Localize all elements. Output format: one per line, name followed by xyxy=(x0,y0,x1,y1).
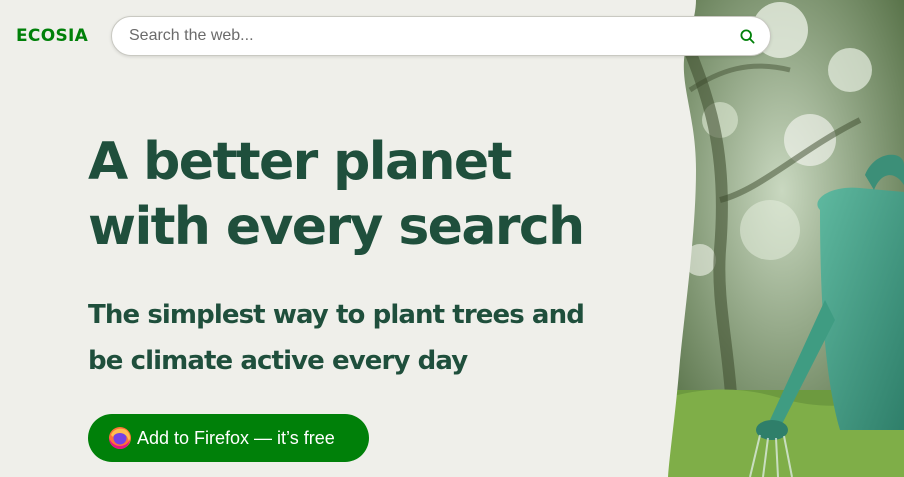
headline-line-2: with every search xyxy=(88,197,585,257)
wave-divider xyxy=(640,0,696,477)
add-to-firefox-button[interactable]: Add to Firefox — it’s free xyxy=(88,414,369,462)
hero-headline: A better planet with every search xyxy=(88,130,648,260)
logo[interactable]: ECOSIA xyxy=(16,26,88,46)
subheadline-line-2: be climate active every day xyxy=(88,346,468,376)
subheadline-line-1: The simplest way to plant trees and xyxy=(88,300,585,330)
firefox-icon xyxy=(108,426,132,450)
cta-label: Add to Firefox — it’s free xyxy=(137,427,335,448)
search-bar xyxy=(111,16,771,56)
headline-line-1: A better planet xyxy=(88,132,512,192)
search-input[interactable] xyxy=(129,27,738,45)
hero-subheadline: The simplest way to plant trees and be c… xyxy=(88,292,608,384)
search-icon[interactable] xyxy=(738,27,756,45)
